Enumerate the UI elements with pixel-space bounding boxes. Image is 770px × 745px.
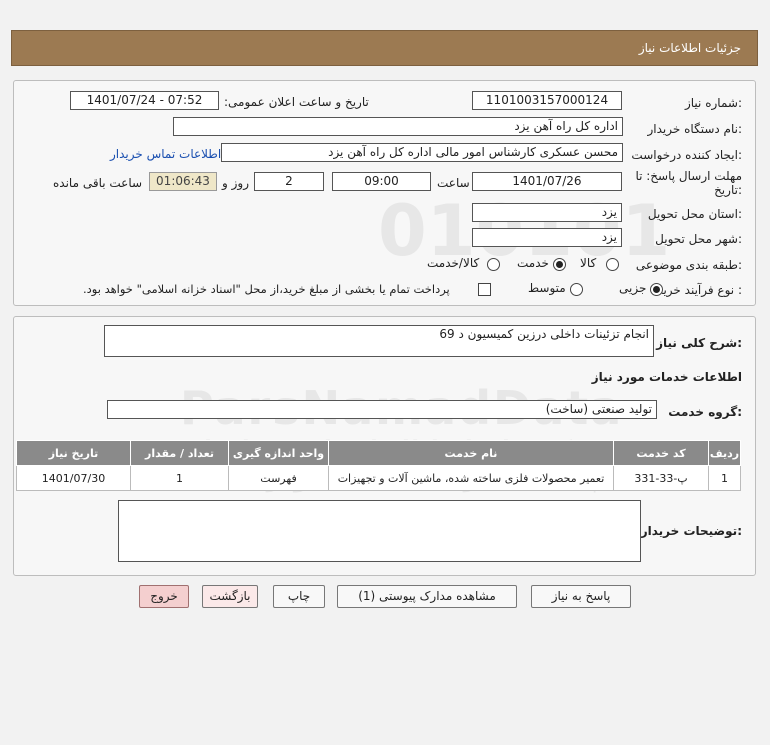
table-row: 1 پ-33-331 تعمیر محصولات فلزی ساخته شده،… [16, 465, 741, 491]
cell-code: پ-33-331 [613, 465, 709, 491]
days-label: روز و [222, 176, 249, 190]
summary-label: شرح کلی نیاز: [656, 336, 742, 350]
col-unit-header: واحد اندازه گیری [228, 440, 329, 466]
cell-unit: فهرست [228, 465, 329, 491]
cell-date: 1401/07/30 [16, 465, 131, 491]
need-number-field[interactable]: 1101003157000124 [472, 91, 622, 110]
announce-label: تاریخ و ساعت اعلان عمومی: [224, 95, 369, 109]
buyer-notes-field[interactable] [118, 500, 641, 562]
buyer-notes-label: توضیحات خریدار: [640, 524, 742, 538]
city-field[interactable]: یزد [472, 228, 622, 247]
process-label: نوع فرآیند خرید : [657, 283, 742, 297]
page-header: جزئیات اطلاعات نیاز [11, 30, 758, 66]
requester-label: ایجاد کننده درخواست: [631, 148, 742, 162]
summary-field[interactable]: انجام تزئینات داخلی درزین کمیسیون د 69 [104, 325, 654, 357]
col-code-header: کد خدمت [613, 440, 709, 466]
buyer-org-label: نام دستگاه خریدار: [647, 122, 743, 136]
city-label: شهر محل تحویل: [655, 232, 742, 246]
print-button[interactable]: چاپ [273, 585, 325, 608]
col-name-header: نام خدمت [328, 440, 614, 466]
deadline-label: مهلت ارسال پاسخ: تا تاریخ: [635, 169, 742, 197]
cell-row: 1 [708, 465, 741, 491]
deadline-date-field[interactable]: 1401/07/26 [472, 172, 622, 191]
exit-button[interactable]: خروج [139, 585, 189, 608]
reply-button[interactable]: پاسخ به نیاز [531, 585, 631, 608]
service-group-label: گروه خدمت: [668, 405, 742, 419]
process-option-minor: جزیی [619, 281, 647, 295]
buyer-org-field[interactable]: اداره کل راه آهن یزد [173, 117, 623, 136]
payment-note: پرداخت تمام یا بخشی از مبلغ خرید،از محل … [83, 282, 450, 296]
need-number-label: شماره نیاز: [684, 96, 742, 110]
view-attachments-button[interactable]: مشاهده مدارک پیوستی (1) [337, 585, 517, 608]
process-radio-minor[interactable] [650, 283, 663, 296]
col-row-header: ردیف [708, 440, 741, 466]
page-title: جزئیات اطلاعات نیاز [638, 41, 741, 55]
deadline-time-label: ساعت [437, 176, 470, 190]
category-radio-goods[interactable] [606, 258, 619, 271]
services-table: ردیف کد خدمت نام خدمت واحد اندازه گیری ت… [16, 440, 741, 491]
province-label: استان محل تحویل: [647, 207, 742, 221]
deadline-time-field[interactable]: 09:00 [332, 172, 431, 191]
cell-name: تعمیر محصولات فلزی ساخته شده، ماشین آلات… [328, 465, 614, 491]
process-radio-medium[interactable] [570, 283, 583, 296]
col-qty-header: تعداد / مقدار [130, 440, 229, 466]
remaining-label: ساعت باقی مانده [53, 176, 143, 190]
category-option-goods-service: کالا/خدمت [427, 256, 480, 270]
requester-field[interactable]: محسن عسکری کارشناس امور مالی اداره کل را… [221, 143, 623, 162]
category-radio-goods-service[interactable] [487, 258, 500, 271]
cell-qty: 1 [130, 465, 229, 491]
services-title: اطلاعات خدمات مورد نیاز [591, 370, 742, 384]
countdown-field: 01:06:43 [149, 172, 217, 191]
col-date-header: تاریخ نیاز [16, 440, 131, 466]
process-option-medium: متوسط [528, 281, 566, 295]
category-radio-service[interactable] [553, 258, 566, 271]
treasury-payment-checkbox[interactable] [478, 283, 491, 296]
province-field[interactable]: یزد [472, 203, 622, 222]
days-field[interactable]: 2 [254, 172, 324, 191]
service-group-field[interactable]: تولید صنعتی (ساخت) [107, 400, 657, 419]
contact-buyer-link[interactable]: اطلاعات تماس خریدار [110, 147, 221, 161]
category-option-goods: کالا [580, 256, 597, 270]
back-button[interactable]: بازگشت [202, 585, 258, 608]
category-option-service: خدمت [517, 256, 549, 270]
announce-field[interactable]: 1401/07/24 - 07:52 [70, 91, 219, 110]
category-label: طبقه بندی موضوعی: [635, 258, 742, 272]
